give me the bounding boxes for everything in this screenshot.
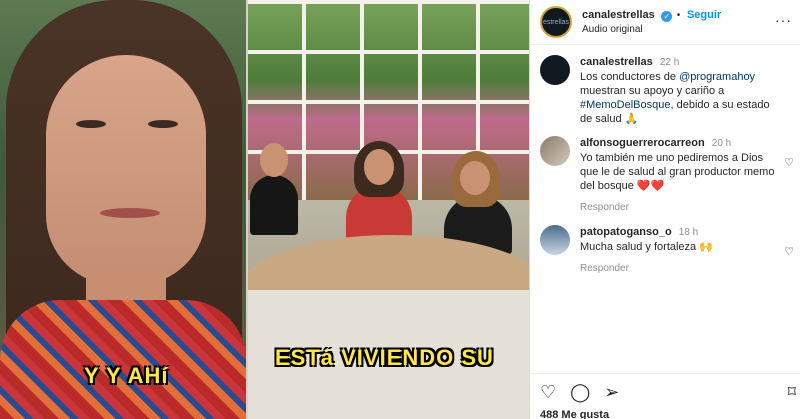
verified-icon: ✓ (661, 11, 673, 22)
caption-avatar[interactable] (540, 55, 570, 85)
account-avatar[interactable]: estrellas (540, 6, 572, 38)
comments-panel: estrellas canalestrellas ✓ • Seguir Audi… (529, 0, 800, 419)
comment-time: 20 h (711, 138, 732, 149)
post-header: estrellas canalestrellas ✓ • Seguir Audi… (530, 0, 800, 45)
caption-username[interactable]: canalestrellas (580, 56, 653, 68)
comment-text: Yo también me uno pediremos a Dios que l… (580, 152, 775, 192)
comments-list: canalestrellas 22 h Los conductores de @… (530, 45, 800, 276)
caption-time: 22 h (659, 57, 680, 68)
comment-item: alfonsoguerrerocarreon 20 h Yo también m… (540, 136, 794, 215)
reply-button[interactable]: Responder (580, 262, 780, 276)
like-comment-icon[interactable]: ♡ (784, 156, 794, 169)
more-options-icon[interactable]: ··· (775, 12, 792, 28)
like-comment-icon[interactable]: ♡ (784, 245, 794, 258)
presenter-face (46, 55, 206, 285)
hashtag-link[interactable]: #MemoDelBosque (580, 99, 671, 111)
video-caption-right: ESTá VIVIENDO SU (275, 345, 494, 370)
video-right-frame: ESTá VIVIENDO SU (248, 0, 529, 419)
bookmark-icon[interactable]: ⌑ (788, 382, 796, 402)
patterned-blouse (0, 300, 246, 419)
reply-button[interactable]: Responder (580, 201, 780, 215)
follow-button[interactable]: Seguir (687, 9, 721, 21)
commenter-username[interactable]: alfonsoguerrerocarreon (580, 137, 705, 149)
video-caption-left: Y Y AHí (84, 363, 169, 388)
post-actions: ♡ ◯ ➢ ⌑ 488 Me gusta (530, 373, 800, 419)
video-player[interactable]: Y Y AHí ESTá VIVIENDO SU (0, 0, 529, 419)
like-icon[interactable]: ♡ (540, 382, 556, 403)
account-username[interactable]: canalestrellas (582, 9, 655, 21)
comment-item: patopatoganso_o 18 h Mucha salud y forta… (540, 225, 794, 276)
commenter-username[interactable]: patopatoganso_o (580, 226, 672, 238)
post-viewer: Y Y AHí ESTá VIVIENDO SU estrellas canal… (0, 0, 800, 419)
likes-count[interactable]: 488 Me gusta (540, 409, 790, 419)
comment-text: Mucha salud y fortaleza 🙌 (580, 241, 713, 253)
commenter-avatar[interactable] (540, 136, 570, 166)
mention-link[interactable]: @programahoy (679, 71, 755, 83)
post-caption: canalestrellas 22 h Los conductores de @… (540, 55, 790, 126)
comment-icon[interactable]: ◯ (570, 382, 590, 403)
share-icon[interactable]: ➢ (604, 382, 619, 403)
host-left (250, 143, 298, 235)
commenter-avatar[interactable] (540, 225, 570, 255)
comment-time: 18 h (678, 227, 699, 238)
video-left-frame: Y Y AHí (0, 0, 246, 419)
audio-label[interactable]: Audio original (582, 23, 721, 37)
